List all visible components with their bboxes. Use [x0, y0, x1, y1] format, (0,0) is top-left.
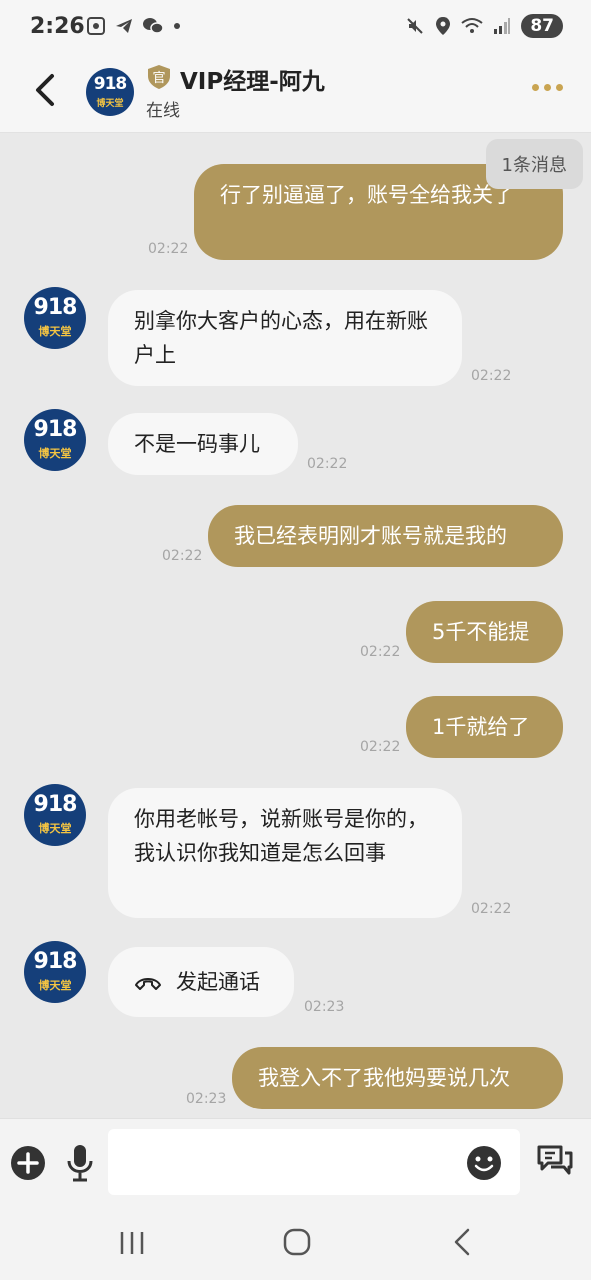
message-time: 02:22 [471, 368, 512, 384]
official-badge-text: 官 [152, 70, 165, 86]
back-button[interactable] [28, 70, 68, 110]
sender-avatar[interactable]: 918 博天堂 [24, 409, 86, 471]
contact-name: VIP经理-阿九 [180, 69, 325, 95]
status-right-icons: 87 [405, 14, 563, 38]
official-shield-icon: 官 [148, 65, 170, 89]
chat-bubbles-icon [537, 1145, 573, 1175]
microphone-icon [67, 1145, 93, 1182]
nav-back-button[interactable] [450, 1228, 474, 1260]
avatar-number: 918 [33, 949, 78, 974]
message-time: 02:22 [360, 644, 401, 660]
contact-status: 在线 [146, 101, 180, 121]
avatar-text: 博天堂 [38, 979, 72, 992]
message-list[interactable]: 1条消息 行了别逼逼了，账号全给我关了 02:22 918 博天堂 别拿你大客户… [0, 133, 591, 1118]
avatar-text: 博天堂 [38, 822, 72, 835]
home-icon [283, 1228, 311, 1256]
plus-circle-icon [11, 1146, 45, 1180]
avatar-text: 博天堂 [38, 325, 72, 338]
voice-input-button[interactable] [64, 1143, 96, 1187]
message-bubble[interactable]: 别拿你大客户的心态，用在新账户上 [108, 290, 462, 386]
message-time: 02:23 [304, 999, 345, 1015]
message-bubble[interactable]: 1千就给了 [406, 696, 563, 758]
message-bubble[interactable]: 你用老帐号，说新账号是你的，我认识你我知道是怎么回事 [108, 788, 462, 918]
avatar-number: 918 [33, 792, 78, 817]
emoji-button[interactable] [466, 1145, 502, 1185]
quick-reply-button[interactable] [536, 1143, 574, 1183]
composer-bar [0, 1118, 591, 1207]
recents-icon [120, 1232, 144, 1254]
message-bubble[interactable]: 不是一码事儿 [108, 413, 298, 475]
chevron-left-icon [36, 74, 54, 106]
chat-header: 918 博天堂 官 VIP经理-阿九 在线 [0, 56, 591, 133]
message-input[interactable] [108, 1129, 520, 1195]
sender-avatar[interactable]: 918 博天堂 [24, 941, 86, 1003]
dot-icon [174, 23, 180, 29]
avatar-number: 918 [33, 295, 78, 320]
message-time: 02:22 [162, 548, 203, 564]
message-time: 02:22 [307, 456, 348, 472]
wifi-icon [461, 18, 483, 33]
emoji-icon [467, 1146, 501, 1180]
message-bubble[interactable]: 我登入不了我他妈要说几次 [232, 1047, 563, 1109]
avatar-number: 918 [93, 74, 128, 94]
battery-level: 87 [521, 14, 563, 38]
status-bar: 2:26 87 [0, 0, 591, 56]
status-left-icons [86, 16, 182, 36]
avatar-text: 博天堂 [96, 99, 124, 109]
nav-recents-button[interactable] [118, 1230, 146, 1260]
nav-home-button[interactable] [283, 1228, 311, 1260]
screenshot-icon [87, 17, 105, 35]
sender-avatar[interactable]: 918 博天堂 [24, 287, 86, 349]
message-time: 02:22 [471, 901, 512, 917]
add-attachment-button[interactable] [10, 1145, 46, 1185]
wechat-icon [143, 18, 164, 34]
call-bubble[interactable]: 发起通话 [108, 947, 294, 1017]
avatar-number: 918 [33, 417, 78, 442]
message-bubble[interactable]: 我已经表明刚才账号就是我的 [208, 505, 563, 567]
call-label: 发起通话 [176, 970, 260, 994]
telegram-icon [116, 19, 132, 33]
message-time: 02:22 [148, 241, 189, 257]
more-options-button[interactable] [532, 84, 563, 91]
message-time: 02:23 [186, 1091, 227, 1107]
contact-avatar[interactable]: 918 博天堂 [86, 68, 134, 116]
signal-icon [494, 18, 511, 34]
back-icon [454, 1228, 470, 1256]
status-time: 2:26 [30, 14, 85, 39]
location-icon [436, 17, 451, 35]
more-dot-icon [532, 84, 539, 91]
sender-avatar[interactable]: 918 博天堂 [24, 784, 86, 846]
phone-hangup-icon [135, 978, 161, 990]
mute-icon [407, 18, 424, 34]
message-bubble[interactable]: 5千不能提 [406, 601, 563, 663]
more-dot-icon [544, 84, 551, 91]
system-nav-bar [0, 1206, 591, 1280]
unread-messages-chip[interactable]: 1条消息 [485, 139, 583, 189]
avatar-text: 博天堂 [38, 447, 72, 460]
message-time: 02:22 [360, 739, 401, 755]
more-dot-icon [556, 84, 563, 91]
